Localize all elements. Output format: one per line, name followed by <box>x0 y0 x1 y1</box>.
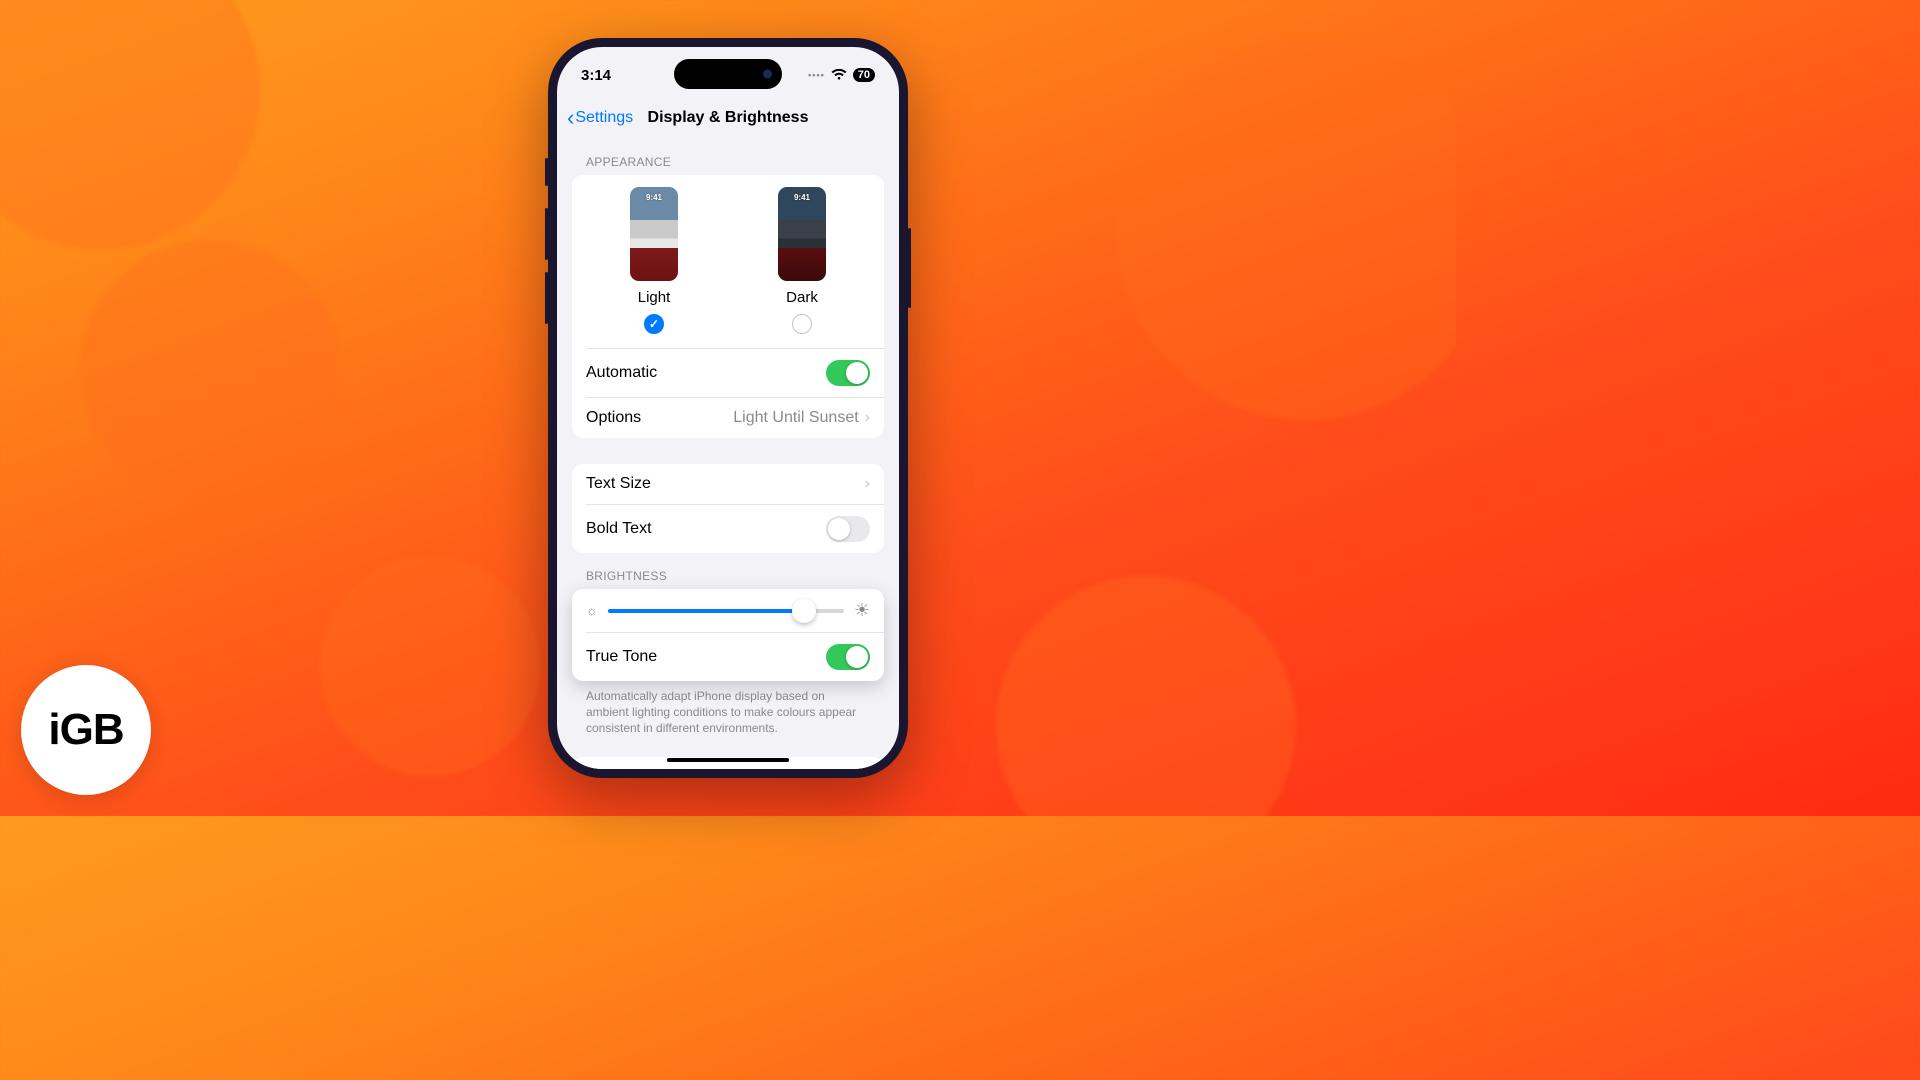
true-tone-toggle[interactable] <box>826 644 870 670</box>
brightness-slider[interactable] <box>608 609 844 613</box>
chevron-right-icon: › <box>865 475 870 493</box>
night-shift-label: Night Shift <box>586 768 660 769</box>
iphone-frame: 3:14 •••• 70 ‹ Settings Display & Bright… <box>548 38 908 778</box>
back-button[interactable]: ‹ Settings <box>567 107 633 129</box>
bold-text-toggle[interactable] <box>826 516 870 542</box>
options-row[interactable]: Options Light Until Sunset › <box>572 398 884 438</box>
text-card: Text Size › Bold Text <box>572 464 884 553</box>
battery-indicator: 70 <box>853 68 875 82</box>
bold-text-label: Bold Text <box>586 520 652 538</box>
automatic-label: Automatic <box>586 364 657 382</box>
brightness-card: ☼ ☀ True Tone <box>572 589 884 681</box>
true-tone-label: True Tone <box>586 648 657 666</box>
true-tone-row: True Tone <box>572 633 884 681</box>
brightness-header: BRIGHTNESS <box>586 569 884 583</box>
text-size-row[interactable]: Text Size › <box>572 464 884 504</box>
nav-bar: ‹ Settings Display & Brightness <box>557 97 899 139</box>
iphone-screen: 3:14 •••• 70 ‹ Settings Display & Bright… <box>557 47 899 769</box>
dynamic-island <box>674 59 782 89</box>
light-label: Light <box>638 289 671 306</box>
appearance-header: APPEARANCE <box>586 155 884 169</box>
brightness-slider-row: ☼ ☀ <box>572 589 884 632</box>
status-time: 3:14 <box>581 67 611 84</box>
night-shift-value: Off <box>838 768 859 769</box>
cellular-icon: •••• <box>808 70 825 80</box>
page-title: Display & Brightness <box>648 109 809 127</box>
light-preview: 9:41 <box>630 187 678 281</box>
wifi-icon <box>831 69 847 81</box>
appearance-dark-option[interactable]: 9:41 Dark <box>778 187 826 334</box>
appearance-card: 9:41 Light 9:41 Dark Automatic <box>572 175 884 438</box>
appearance-light-option[interactable]: 9:41 Light <box>630 187 678 334</box>
chevron-right-icon: › <box>865 768 870 769</box>
dark-preview: 9:41 <box>778 187 826 281</box>
options-label: Options <box>586 409 641 427</box>
light-radio[interactable] <box>644 314 664 334</box>
text-size-label: Text Size <box>586 475 651 493</box>
home-indicator[interactable] <box>667 758 789 762</box>
bold-text-row: Bold Text <box>572 505 884 553</box>
chevron-right-icon: › <box>865 409 870 427</box>
back-label: Settings <box>575 109 633 127</box>
dark-label: Dark <box>786 289 818 306</box>
sun-large-icon: ☀ <box>854 600 870 621</box>
settings-scroll[interactable]: APPEARANCE 9:41 Light 9:41 Dark <box>557 139 899 769</box>
automatic-row: Automatic <box>572 349 884 397</box>
automatic-toggle[interactable] <box>826 360 870 386</box>
options-value: Light Until Sunset <box>733 409 858 427</box>
true-tone-footer: Automatically adapt iPhone display based… <box>572 681 884 737</box>
igb-logo: iGB <box>21 665 151 795</box>
dark-radio[interactable] <box>792 314 812 334</box>
chevron-left-icon: ‹ <box>567 107 574 129</box>
sun-small-icon: ☼ <box>586 603 598 618</box>
